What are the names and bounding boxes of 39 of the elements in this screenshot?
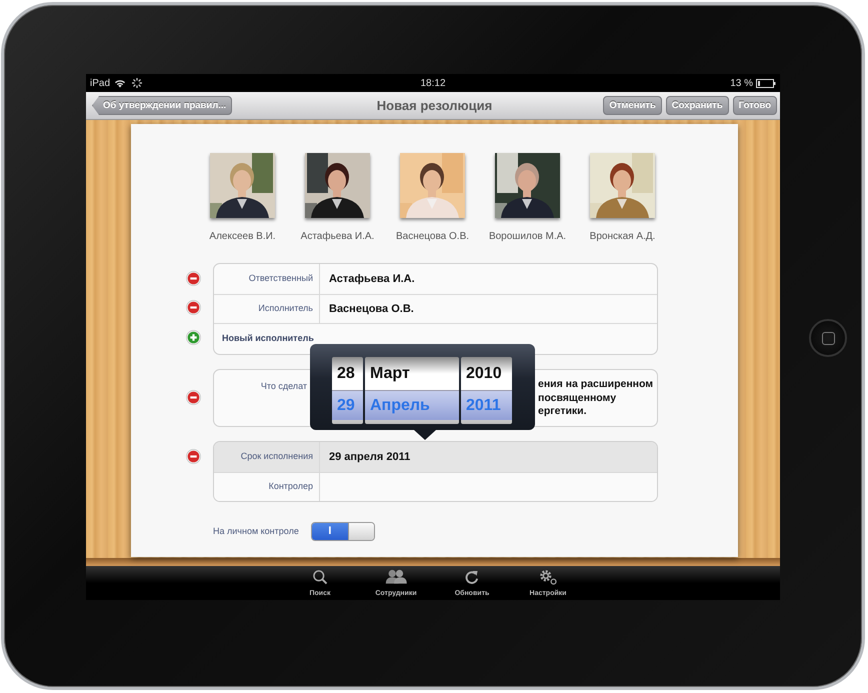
field-label: Исполнитель [214,295,320,323]
settings-icon [539,569,557,584]
field-label: Что сделат [260,380,307,393]
field-value[interactable]: 29 апреля 2011 [329,448,410,466]
person-name: Васнецова О.В. [396,230,470,244]
field-value[interactable]: Астафьева И.А. [329,270,415,288]
battery-percent: 13 % [730,76,753,90]
add-icon[interactable] [186,330,201,345]
toggle-switch[interactable]: I [310,522,375,541]
picker-option[interactable]: Март [365,357,459,390]
person-name: Вронская А.Д. [590,230,656,244]
person-name: Алексеев В.И. [209,230,276,244]
refresh-icon [464,569,480,584]
field-row[interactable]: Срок исполнения 29 апреля 2011 [214,442,657,472]
people-icon [384,569,408,584]
battery-icon [756,78,776,88]
field-label: Контролер [214,473,320,501]
popover-pointer [414,430,436,440]
wifi-icon [114,78,126,88]
picker-option[interactable]: 2010 [461,357,512,390]
spinner-icon [132,78,142,88]
switch-label: На личном контроле [213,524,299,538]
field-value: ения на расширенном посвященному ергетики. [538,378,654,418]
add-row-label[interactable]: Новый исполнитель [214,324,314,354]
clock-time: 18:12 [420,76,446,90]
person-name: Ворошилов М.А. [488,230,566,244]
field-label: Ответственный [214,264,320,294]
search-icon [312,569,328,584]
person-name: Астафьева И.А. [300,230,374,244]
device-name: iPad [90,76,110,90]
remove-icon[interactable] [186,270,201,286]
remove-icon[interactable] [186,390,201,404]
remove-icon[interactable] [186,300,201,315]
remove-icon[interactable] [186,448,201,464]
field-value[interactable]: Васнецова О.В. [329,300,414,318]
field-row[interactable]: Контролер [214,472,657,501]
screen-title: Новая резолюция [376,96,492,115]
picker-option[interactable]: 28 [332,357,363,390]
home-button[interactable] [809,319,847,357]
